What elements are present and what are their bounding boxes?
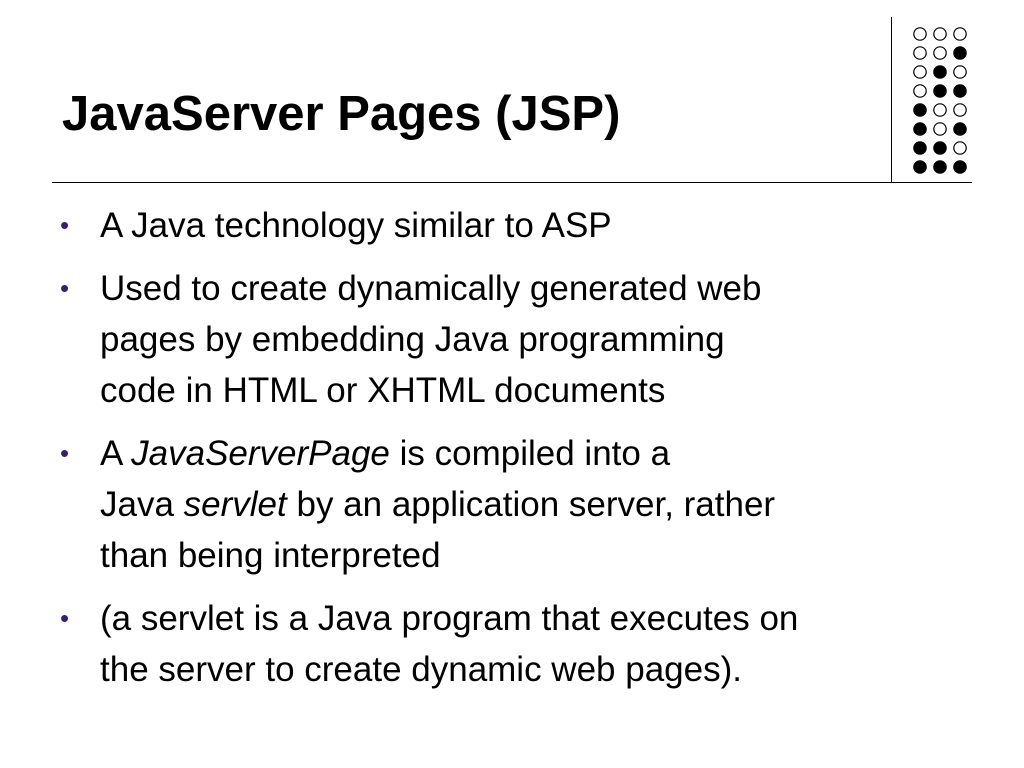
filled-dot	[953, 84, 967, 98]
filled-dot	[913, 160, 927, 174]
line-text: is compiled into a	[389, 434, 671, 473]
line-text: Java	[100, 485, 184, 524]
bullet-item: • Used to create dynamically generated w…	[60, 263, 970, 416]
bullet-line: (a servlet is a Java program that execut…	[100, 599, 799, 638]
open-dot	[913, 46, 927, 60]
bullet-list: • A Java technology similar to ASP • Use…	[60, 200, 970, 707]
bullet-line: code in HTML or XHTML documents	[100, 371, 666, 410]
line-text: A	[100, 434, 132, 473]
italic-term: servlet	[183, 485, 287, 524]
open-dot	[953, 27, 967, 41]
bullet-line: A JavaServerPage is compiled into a	[100, 428, 970, 479]
open-dot	[953, 65, 967, 79]
italic-term: JavaServerPage	[131, 434, 390, 473]
bullet-line: A Java technology similar to ASP	[100, 206, 612, 245]
bullet-glyph: •	[60, 603, 70, 633]
filled-dot	[933, 141, 947, 155]
vertical-divider	[891, 17, 892, 182]
bullet-glyph: •	[60, 438, 70, 468]
bullet-line: Used to create dynamically generated web	[100, 269, 762, 308]
filled-dot	[933, 65, 947, 79]
open-dot	[933, 122, 947, 136]
filled-dot	[953, 46, 967, 60]
open-dot	[913, 27, 927, 41]
open-dot	[953, 103, 967, 117]
open-dot	[913, 84, 927, 98]
dot-grid-icon	[913, 27, 967, 174]
bullet-line: pages by embedding Java programming	[100, 320, 725, 359]
bullet-line: Java servlet by an application server, r…	[100, 479, 970, 530]
filled-dot	[933, 84, 947, 98]
open-dot	[913, 65, 927, 79]
open-dot	[933, 27, 947, 41]
line-text: by an application server, rather	[286, 485, 776, 524]
bullet-glyph: •	[60, 210, 70, 240]
open-dot	[933, 103, 947, 117]
slide: JavaServer Pages (JSP) • A Java technolo…	[0, 0, 1024, 768]
bullet-item: • (a servlet is a Java program that exec…	[60, 593, 970, 695]
filled-dot	[913, 103, 927, 117]
bullet-glyph: •	[60, 273, 70, 303]
filled-dot	[913, 122, 927, 136]
open-dot	[953, 141, 967, 155]
bullet-line: than being interpreted	[100, 536, 441, 575]
slide-title: JavaServer Pages (JSP)	[62, 87, 621, 141]
filled-dot	[953, 160, 967, 174]
bullet-item: • A Java technology similar to ASP	[60, 200, 970, 251]
title-divider	[52, 182, 972, 183]
bullet-line: the server to create dynamic web pages).	[100, 650, 742, 689]
filled-dot	[933, 160, 947, 174]
open-dot	[933, 46, 947, 60]
filled-dot	[953, 122, 967, 136]
filled-dot	[913, 141, 927, 155]
bullet-item: • A JavaServerPage is compiled into a Ja…	[60, 428, 970, 581]
